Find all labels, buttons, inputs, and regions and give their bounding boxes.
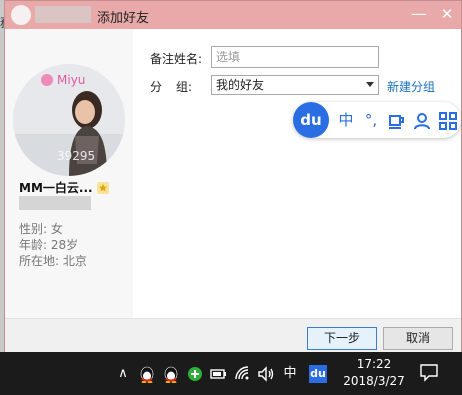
- baidu-ime-tray-icon[interactable]: du: [309, 365, 327, 383]
- avatar[interactable]: Miyu 39295: [13, 64, 125, 176]
- group-select-value: 我的好友: [216, 78, 265, 92]
- ime-toolbar[interactable]: du 中 °,: [293, 102, 461, 138]
- next-button[interactable]: 下一步: [307, 327, 377, 350]
- blurred-account-id: [19, 196, 91, 210]
- window-title: 添加好友: [97, 11, 150, 26]
- star-icon: [96, 181, 109, 194]
- clock-date: 2018/3/27: [343, 374, 405, 388]
- nickname: MM一白云...: [19, 181, 93, 195]
- window-avatar-icon: [11, 5, 31, 25]
- new-group-link[interactable]: 新建分组: [387, 78, 435, 95]
- group-label: 分组:: [150, 80, 193, 94]
- close-button[interactable]: ✕: [435, 3, 459, 25]
- battery-icon[interactable]: [210, 365, 228, 383]
- action-center-icon[interactable]: [418, 362, 440, 382]
- user-icon[interactable]: [413, 111, 431, 131]
- qq-penguin-icon-2[interactable]: [162, 365, 180, 383]
- cup-icon[interactable]: [387, 111, 405, 131]
- chevron-down-icon: [366, 82, 374, 87]
- location-info: 所在地: 北京: [19, 254, 87, 268]
- wifi-icon[interactable]: [234, 365, 252, 383]
- show-hidden-icons-chevron-icon[interactable]: ∧: [114, 365, 132, 383]
- volume-icon[interactable]: [257, 365, 275, 383]
- baidu-ime-logo-icon[interactable]: du: [293, 102, 329, 138]
- qq-penguin-icon[interactable]: [138, 365, 156, 383]
- nickname-row: MM一白云...: [19, 179, 109, 196]
- profile-info: 性别: 女 年龄: 28岁 所在地: 北京: [19, 221, 87, 269]
- svg-text:Miyu: Miyu: [57, 73, 85, 87]
- age-info: 年龄: 28岁: [19, 238, 79, 252]
- gender-info: 性别: 女: [19, 222, 63, 236]
- minimize-button[interactable]: —: [407, 3, 431, 25]
- profile-panel: Miyu 39295 MM一白云... 性别: 女 年龄: 28岁 所在地: 北…: [5, 29, 133, 318]
- blurred-account-name: [35, 6, 91, 23]
- ime-language-indicator[interactable]: 中: [281, 365, 299, 383]
- clock[interactable]: 17:22 2018/3/27: [334, 356, 414, 390]
- remark-label: 备注姓名:: [150, 52, 203, 66]
- cancel-button[interactable]: 取消: [383, 327, 453, 350]
- avatar-photo-icon: Miyu 39295: [13, 64, 125, 176]
- add-friend-dialog: 添加好友 — ✕ Miyu 39295 MM一白云... 性别: 女 年龄: 2…: [4, 0, 462, 353]
- taskbar: ∧ 中 du 17:22 2018/3/27: [0, 352, 462, 395]
- svg-text:39295: 39295: [57, 149, 95, 163]
- group-select[interactable]: 我的好友: [211, 75, 379, 95]
- title-bar[interactable]: 添加好友 — ✕: [5, 1, 461, 29]
- ime-mode-toggle[interactable]: 中: [337, 110, 355, 130]
- clock-time: 17:22: [356, 357, 392, 371]
- grid-icon[interactable]: [439, 111, 457, 131]
- green-app-icon[interactable]: [186, 365, 204, 383]
- dialog-footer: 下一步 取消: [5, 318, 461, 353]
- remark-input[interactable]: [211, 46, 379, 68]
- ime-punct-toggle[interactable]: °,: [361, 110, 381, 130]
